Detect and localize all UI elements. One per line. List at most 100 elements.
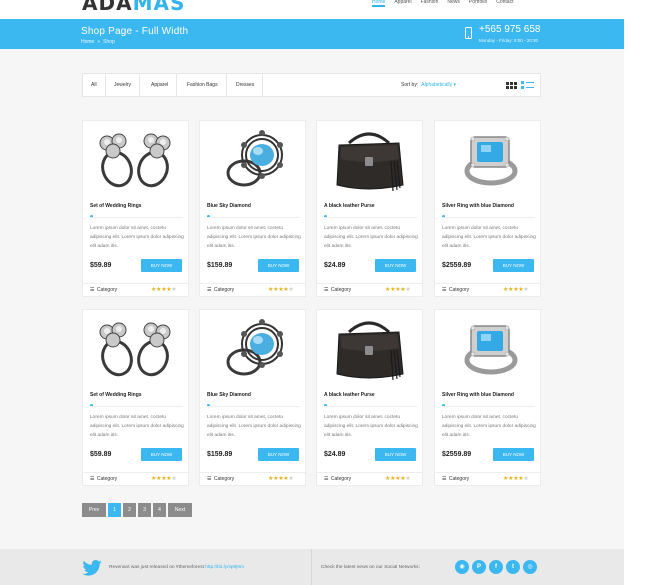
tweet-link[interactable]: http://bit.ly/sp9j9m <box>205 565 244 570</box>
menu-icon: ☰ <box>324 476 329 482</box>
product-card[interactable]: Blue Sky Diamond Lorem ipsum dolor sit am… <box>199 309 306 486</box>
phone-icon <box>465 27 472 39</box>
menu-icon: ☰ <box>90 287 95 293</box>
buy-now-button[interactable]: BUY NOW <box>375 259 416 272</box>
divider <box>83 472 188 473</box>
nav-item-contact[interactable]: Contact <box>496 0 513 7</box>
nav-item-news[interactable]: News <box>447 0 460 7</box>
sort-control[interactable]: Sort by: Alphabetically ▾ <box>401 74 456 96</box>
divider <box>200 283 305 284</box>
rss-icon[interactable]: ◉ <box>455 560 469 574</box>
page-title-bar: Shop Page - Full Width Home» Shop +565 97… <box>0 19 624 49</box>
product-name[interactable]: Silver Ring with blue Diamond <box>442 203 514 209</box>
page-button-1[interactable]: 1 <box>108 503 121 517</box>
list-view-icon[interactable] <box>521 81 534 90</box>
menu-icon: ☰ <box>324 287 329 293</box>
blue-diamond-ring-image[interactable] <box>200 121 305 199</box>
product-card[interactable]: Silver Ring with blue Diamond Lorem ipsum… <box>434 309 541 486</box>
sort-label: Sort by: <box>401 82 419 88</box>
prev-page-button[interactable]: Prev <box>82 503 106 517</box>
nav-item-apparel[interactable]: Apparel <box>394 0 411 7</box>
next-page-button[interactable]: Next <box>168 503 192 517</box>
buy-now-button[interactable]: BUY NOW <box>493 259 534 272</box>
category-link[interactable]: ☰ Category <box>324 287 351 293</box>
product-name[interactable]: Set of Wedding Rings <box>90 203 142 209</box>
breadcrumb-home[interactable]: Home <box>81 39 94 45</box>
category-link[interactable]: ☰ Category <box>442 287 469 293</box>
star-icon: ★ <box>171 287 177 293</box>
wedding-rings-image[interactable] <box>83 121 188 199</box>
business-hours: Monday - Friday: 8:00 - 20:30 <box>479 38 539 43</box>
nav-item-fashion[interactable]: Fashion <box>421 0 439 7</box>
dribbble-icon[interactable]: ◎ <box>523 560 537 574</box>
buy-now-button[interactable]: BUY NOW <box>141 259 182 272</box>
product-name[interactable]: A black leather Purse <box>324 392 375 398</box>
leather-purse-image[interactable] <box>317 121 422 199</box>
product-description: Lorem ipsum dolor sit amet, coctetu adip… <box>324 415 418 438</box>
divider <box>324 406 417 407</box>
category-link[interactable]: ☰ Category <box>442 476 469 482</box>
product-card[interactable]: A black leather Purse Lorem ipsum dolor s… <box>316 120 423 297</box>
buy-now-button[interactable]: BUY NOW <box>258 259 299 272</box>
leather-purse-image[interactable] <box>317 310 422 388</box>
product-card[interactable]: Set of Wedding Rings Lorem ipsum dolor si… <box>82 309 189 486</box>
category-link[interactable]: ☰ Category <box>90 476 117 482</box>
filter-all[interactable]: All <box>83 74 106 96</box>
divider <box>442 406 535 407</box>
grid-view-icon[interactable] <box>506 82 517 89</box>
breadcrumb-shop: Shop <box>103 39 115 45</box>
filter-apparel[interactable]: Apparel <box>143 74 178 96</box>
silver-ring-image[interactable] <box>435 310 540 388</box>
filter-jewelry[interactable]: Jewelry <box>106 74 140 96</box>
divider <box>200 472 305 473</box>
breadcrumb-separator: » <box>97 39 101 45</box>
product-name[interactable]: A black leather Purse <box>324 203 375 209</box>
footer-bar: Revenant was just released on #themefore… <box>0 549 624 585</box>
page-button-2[interactable]: 2 <box>123 503 136 517</box>
product-card[interactable]: A black leather Purse Lorem ipsum dolor s… <box>316 309 423 486</box>
category-link[interactable]: ☰ Category <box>324 476 351 482</box>
buy-now-button[interactable]: BUY NOW <box>258 448 299 461</box>
product-price: $159.89 <box>207 262 233 269</box>
wedding-rings-image[interactable] <box>83 310 188 388</box>
facebook-icon[interactable]: f <box>489 560 503 574</box>
divider <box>442 217 535 218</box>
silver-ring-image[interactable] <box>435 121 540 199</box>
blue-diamond-ring-image[interactable] <box>200 310 305 388</box>
site-logo[interactable]: ADAMAS <box>82 0 185 15</box>
menu-icon: ☰ <box>442 476 447 482</box>
star-rating: ★★★★★ <box>385 475 411 482</box>
pinterest-icon[interactable]: P <box>472 560 486 574</box>
category-link[interactable]: ☰ Category <box>207 476 234 482</box>
filter-fashion-bags[interactable]: Fashion Bags <box>179 74 227 96</box>
buy-now-button[interactable]: BUY NOW <box>493 448 534 461</box>
menu-icon: ☰ <box>90 476 95 482</box>
product-card[interactable]: Silver Ring with blue Diamond Lorem ipsum… <box>434 120 541 297</box>
buy-now-button[interactable]: BUY NOW <box>141 448 182 461</box>
sort-dropdown[interactable]: Alphabetically <box>421 82 452 88</box>
twitter-icon[interactable]: t <box>506 560 520 574</box>
product-card[interactable]: Set of Wedding Rings Lorem ipsum dolor si… <box>82 120 189 297</box>
category-link[interactable]: ☰ Category <box>90 287 117 293</box>
nav-item-home[interactable]: Home <box>372 0 386 7</box>
product-price: $2559.89 <box>442 451 472 458</box>
star-icon: ★ <box>171 476 177 482</box>
nav-item-portfolio[interactable]: Portfolio <box>469 0 487 7</box>
product-price: $59.89 <box>90 451 112 458</box>
shop-page: ADAMAS Home Apparel Fashion News Portfol… <box>0 0 624 585</box>
star-rating: ★★★★★ <box>268 475 294 482</box>
filter-dresses[interactable]: Dresses <box>228 74 264 96</box>
category-link[interactable]: ☰ Category <box>207 287 234 293</box>
product-name[interactable]: Silver Ring with blue Diamond <box>442 392 514 398</box>
page-button-4[interactable]: 4 <box>153 503 166 517</box>
star-icon: ★ <box>288 476 294 482</box>
product-name[interactable]: Blue Sky Diamond <box>207 203 251 209</box>
divider <box>90 217 183 218</box>
page-button-3[interactable]: 3 <box>138 503 151 517</box>
product-name[interactable]: Blue Sky Diamond <box>207 392 251 398</box>
main-nav: Home Apparel Fashion News Portfolio Cont… <box>372 0 513 7</box>
product-card[interactable]: Blue Sky Diamond Lorem ipsum dolor sit am… <box>199 120 306 297</box>
product-name[interactable]: Set of Wedding Rings <box>90 392 142 398</box>
buy-now-button[interactable]: BUY NOW <box>375 448 416 461</box>
product-description: Lorem ipsum dolor sit amet, coctetu adip… <box>207 415 301 438</box>
